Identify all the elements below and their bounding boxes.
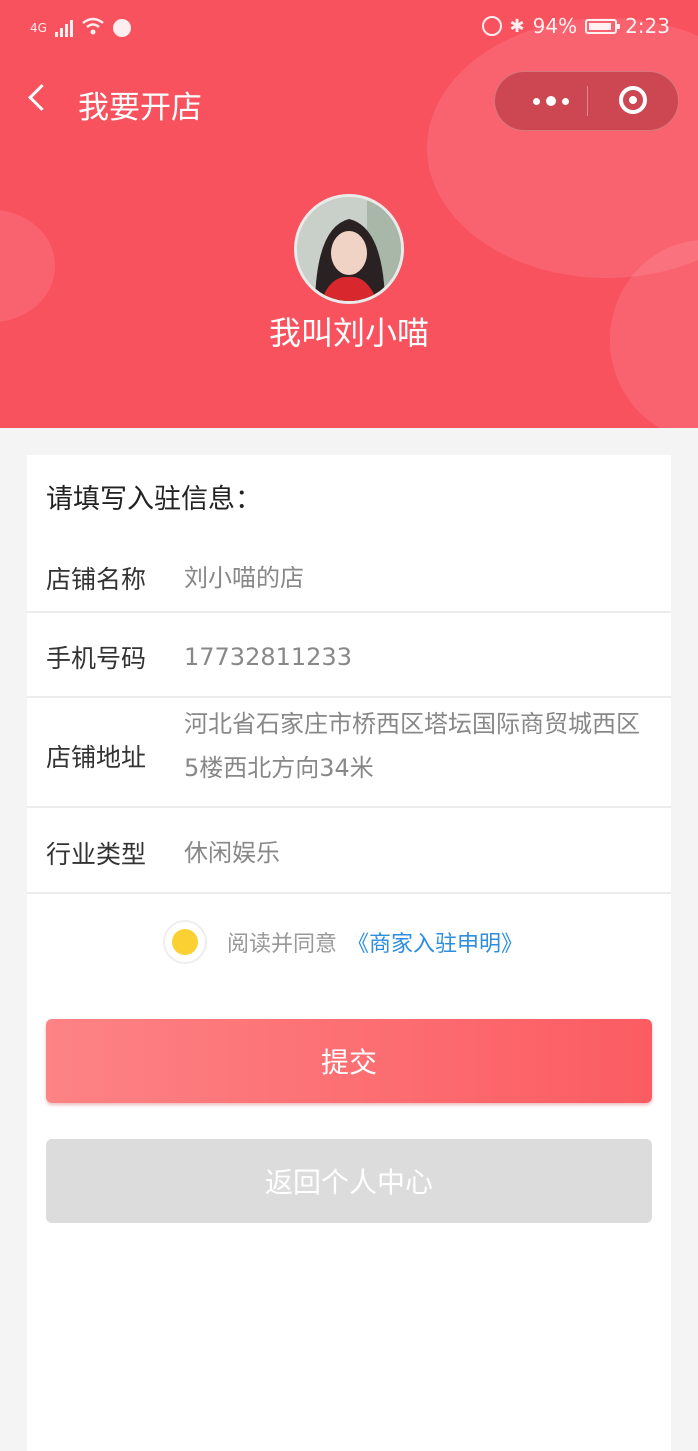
agree-text: 阅读并同意 <box>227 932 338 957</box>
decor-bubble <box>427 18 698 278</box>
field-label: 行业类型 <box>46 840 147 869</box>
target-circle-icon[interactable] <box>619 86 647 114</box>
alarm-icon <box>481 16 502 36</box>
decor-bubble <box>0 210 55 322</box>
agreement-row: 阅读并同意 《商家入驻申明》 <box>163 919 523 965</box>
nav-bar: 我要开店 <box>0 66 698 138</box>
avatar <box>294 194 404 304</box>
radio-dot-icon <box>172 929 198 955</box>
network-type: 4G <box>30 21 47 35</box>
form-row-address[interactable]: 店铺地址 河北省石家庄市桥西区塔坛国际商贸城西区5楼西北方向34米 <box>27 698 671 808</box>
submit-button[interactable]: 提交 <box>46 1019 652 1103</box>
capsule-divider <box>587 86 588 116</box>
industry-field[interactable]: 休闲娱乐 <box>184 831 280 875</box>
signal-icon <box>54 19 73 37</box>
miniprogram-capsule <box>494 71 679 131</box>
more-dots-icon[interactable] <box>517 72 585 130</box>
shop-name-field[interactable]: 刘小喵的店 <box>184 556 304 600</box>
form-row-phone[interactable]: 手机号码 17732811233 <box>27 613 671 698</box>
clock: 2:23 <box>625 14 670 38</box>
address-field[interactable]: 河北省石家庄市桥西区塔坛国际商贸城西区5楼西北方向34米 <box>184 702 648 790</box>
agree-radio[interactable] <box>163 920 207 964</box>
form-row-shop-name[interactable]: 店铺名称 刘小喵的店 <box>27 545 671 613</box>
field-label: 店铺地址 <box>46 743 147 772</box>
wifi-icon <box>81 16 105 41</box>
user-name: 我叫刘小喵 <box>268 314 429 352</box>
battery-percent: 94% <box>532 14 578 38</box>
field-label: 店铺名称 <box>46 565 147 594</box>
back-to-profile-button[interactable]: 返回个人中心 <box>46 1139 652 1223</box>
status-bar: 4G ✱ 94% 2:23 <box>0 0 698 56</box>
chevron-left-icon[interactable] <box>28 84 55 111</box>
header-banner: 4G ✱ 94% 2:23 我要开店 我叫刘小喵 <box>0 0 698 428</box>
agreement-link[interactable]: 《商家入驻申明》 <box>347 926 523 958</box>
field-label: 手机号码 <box>46 644 147 673</box>
settle-form-card: 请填写入驻信息： 店铺名称 刘小喵的店 手机号码 17732811233 店铺地… <box>27 455 671 1451</box>
phone-field[interactable]: 17732811233 <box>184 635 352 679</box>
form-title: 请填写入驻信息： <box>46 484 262 515</box>
page-title: 我要开店 <box>78 90 202 126</box>
globe-icon <box>112 19 131 37</box>
form-row-industry[interactable]: 行业类型 休闲娱乐 <box>27 808 671 894</box>
bluetooth-icon: ✱ <box>509 15 525 37</box>
battery-icon <box>585 18 621 34</box>
